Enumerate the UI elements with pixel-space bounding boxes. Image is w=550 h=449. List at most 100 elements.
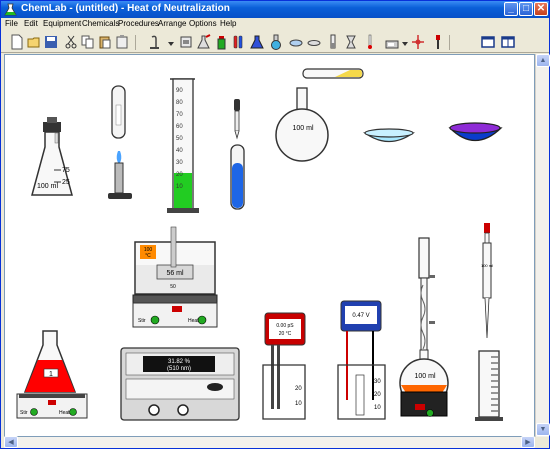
volt-beaker-mark-30: 30 bbox=[374, 379, 381, 385]
beaker-icon[interactable] bbox=[250, 34, 264, 50]
menu-equipment[interactable]: Equipment bbox=[43, 18, 81, 30]
menu-help[interactable]: Help bbox=[220, 18, 236, 30]
spectrophotometer[interactable]: 31.82 % (510 nm) bbox=[120, 347, 240, 421]
red-hotplate-heat-label: Heat bbox=[59, 410, 70, 416]
cyl-mark: 80 bbox=[176, 100, 183, 106]
burner-options-icon[interactable] bbox=[164, 34, 178, 50]
close-button[interactable]: ✕ bbox=[534, 2, 548, 16]
erlenmeyer-red-setup[interactable]: 1 Stir Heat bbox=[16, 330, 88, 419]
test-tube-blue[interactable] bbox=[230, 144, 245, 210]
scroll-up-button[interactable]: ▲ bbox=[536, 54, 550, 67]
evaporating-dish[interactable] bbox=[362, 128, 416, 143]
window-title: ChemLab - (untitled) - Heat of Neutraliz… bbox=[21, 3, 230, 14]
burette-icon[interactable] bbox=[326, 34, 340, 50]
bunsen-burner[interactable] bbox=[108, 151, 132, 199]
cyl-mark: 40 bbox=[176, 148, 183, 154]
menu-arrange[interactable]: Arrange bbox=[158, 18, 186, 30]
lab-bench: 75 100 ml 25 90 80 70 60 50 40 30 20 10 … bbox=[16, 68, 503, 421]
cut-icon[interactable] bbox=[64, 34, 78, 50]
cyl-mark: 60 bbox=[176, 124, 183, 130]
clipboard-icon[interactable] bbox=[115, 34, 129, 50]
thermometer-icon[interactable] bbox=[344, 34, 358, 50]
menu-file[interactable]: File bbox=[5, 18, 18, 30]
menu-edit[interactable]: Edit bbox=[24, 18, 38, 30]
paste-icon[interactable] bbox=[98, 34, 112, 50]
window-icon[interactable] bbox=[481, 34, 499, 50]
red-hotplate-stir-label: Stir bbox=[20, 410, 28, 416]
volt-beaker-mark-10: 10 bbox=[374, 405, 381, 411]
conductivity-temp: 20 °C bbox=[279, 331, 292, 337]
dropper[interactable] bbox=[234, 99, 240, 140]
flask-round-icon[interactable] bbox=[269, 34, 283, 50]
round-flask[interactable]: 100 ml bbox=[275, 87, 329, 162]
round-flask-label: 100 ml bbox=[292, 125, 313, 132]
horizontal-scrollbar[interactable]: ◀ ▶ bbox=[4, 436, 535, 448]
reflux-flask-label: 100 ml bbox=[414, 373, 435, 380]
scroll-down-button[interactable]: ▼ bbox=[536, 423, 550, 436]
beaker-mark-20: 20 bbox=[295, 386, 302, 392]
menu-bar: File Edit Equipment Chemicals Procedures… bbox=[1, 18, 549, 30]
spectrometer-wavelength: (510 nm) bbox=[167, 366, 191, 372]
stand-icon[interactable] bbox=[179, 34, 193, 50]
small-graduated-cylinder[interactable] bbox=[475, 350, 503, 421]
scroll-left-button[interactable]: ◀ bbox=[4, 436, 18, 448]
flask-volume-label: 100 ml bbox=[37, 183, 58, 190]
workspace-canvas[interactable]: 75 100 ml 25 90 80 70 60 50 40 30 20 10 … bbox=[4, 54, 535, 437]
calorimeter-volume: 56 ml bbox=[166, 270, 184, 277]
clamp-icon[interactable] bbox=[411, 34, 425, 50]
balance-options-icon[interactable] bbox=[398, 34, 412, 50]
app-window: ChemLab - (untitled) - Heat of Neutraliz… bbox=[0, 0, 550, 449]
hotplate-heat-label: Heat bbox=[188, 318, 199, 324]
voltmeter-reading: 0.47 V bbox=[352, 313, 369, 319]
cyl-mark: 30 bbox=[176, 160, 183, 166]
volt-beaker-mark-20: 20 bbox=[374, 392, 381, 398]
cyl-mark: 70 bbox=[176, 112, 183, 118]
save-icon[interactable] bbox=[44, 34, 58, 50]
flask-mark-25: 25 bbox=[62, 179, 70, 186]
reflux-setup[interactable]: 100 ml bbox=[399, 237, 449, 417]
voltmeter-setup[interactable]: 0.47 V 30 20 10 bbox=[337, 300, 386, 420]
conductivity-reading: 0.00 pS bbox=[276, 323, 294, 329]
hotplate-stir-label: Stir bbox=[138, 318, 146, 324]
erlenmeyer-flask-stoppered[interactable]: 75 100 ml 25 bbox=[31, 117, 73, 196]
flask-icon[interactable] bbox=[197, 34, 211, 50]
thermometer-red-icon[interactable] bbox=[363, 34, 377, 50]
red-flask-label: 1 bbox=[49, 371, 53, 378]
pipette-icon[interactable] bbox=[431, 34, 445, 50]
cyl-mark: 90 bbox=[176, 88, 183, 94]
spectrometer-reading: 31.82 % bbox=[168, 359, 191, 365]
menu-options[interactable]: Options bbox=[189, 18, 217, 30]
split-window-icon[interactable] bbox=[501, 34, 519, 50]
scrollbar-corner bbox=[535, 437, 549, 448]
new-file-icon[interactable] bbox=[10, 34, 24, 50]
scroll-right-button[interactable]: ▶ bbox=[521, 436, 535, 448]
test-tube-small[interactable] bbox=[111, 85, 126, 139]
open-folder-icon[interactable] bbox=[27, 34, 41, 50]
title-bar[interactable]: ChemLab - (untitled) - Heat of Neutraliz… bbox=[1, 1, 549, 18]
test-tubes-icon[interactable] bbox=[232, 34, 246, 50]
toolbar-separator bbox=[135, 35, 136, 50]
toolbar bbox=[1, 30, 549, 53]
balance-icon[interactable] bbox=[385, 34, 399, 50]
cyl-mark: 10 bbox=[176, 184, 183, 190]
bunsen-icon[interactable] bbox=[147, 34, 161, 50]
maximize-button[interactable]: □ bbox=[519, 2, 533, 16]
calorimeter-setup[interactable]: 100 °C 56 ml 50 Stir Heat bbox=[132, 226, 218, 328]
calorimeter-volume-unit: 50 bbox=[170, 284, 176, 290]
conductivity-meter[interactable]: 0.00 pS 20 °C 20 10 bbox=[262, 312, 306, 420]
dish-icon[interactable] bbox=[307, 34, 321, 50]
test-tube-horizontal[interactable] bbox=[302, 68, 364, 79]
menu-chemicals[interactable]: Chemicals bbox=[82, 18, 119, 30]
chemlab-app-icon bbox=[4, 3, 17, 16]
crystallizing-dish[interactable] bbox=[448, 122, 503, 141]
pipette-label: 100 ml bbox=[481, 263, 493, 268]
bowl-icon[interactable] bbox=[289, 34, 303, 50]
bottle-icon[interactable] bbox=[215, 34, 229, 50]
vertical-scrollbar[interactable]: ▲ ▼ bbox=[535, 54, 550, 437]
graduated-cylinder[interactable]: 90 80 70 60 50 40 30 20 10 bbox=[167, 78, 199, 213]
toolbar-separator bbox=[449, 35, 450, 50]
menu-procedures[interactable]: Procedures bbox=[118, 18, 159, 30]
copy-icon[interactable] bbox=[81, 34, 95, 50]
pipette-right[interactable]: 100 ml bbox=[481, 223, 493, 339]
minimize-button[interactable]: _ bbox=[504, 2, 518, 16]
